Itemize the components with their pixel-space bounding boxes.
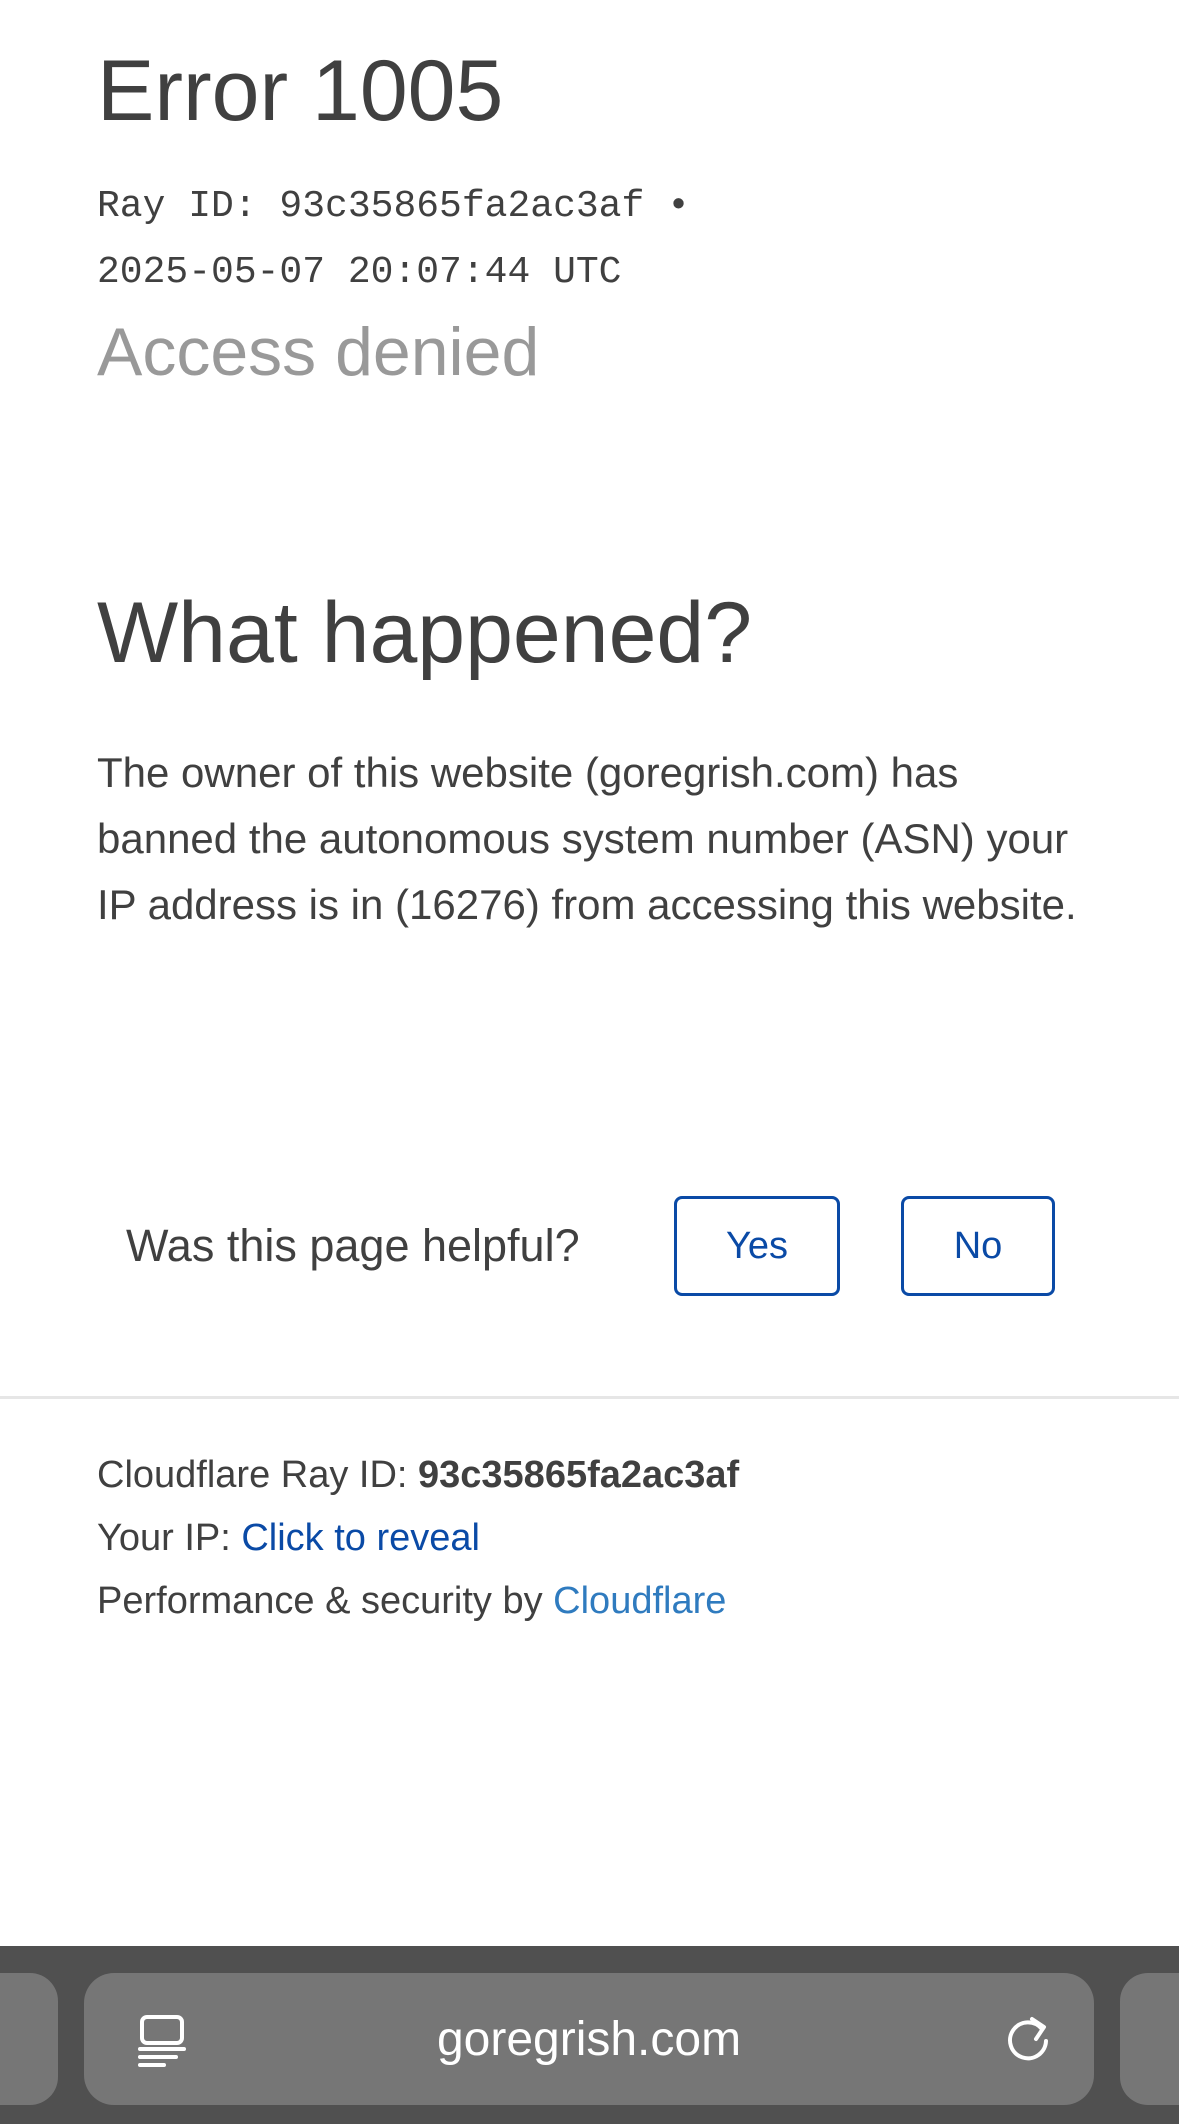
footer-ray-value: 93c35865fa2ac3af (418, 1454, 740, 1496)
feedback-yes-button[interactable]: Yes (674, 1196, 840, 1296)
cloudflare-link[interactable]: Cloudflare (553, 1580, 726, 1622)
footer-ray-id: Cloudflare Ray ID: 93c35865fa2ac3af (97, 1456, 739, 1494)
error-subtitle: Access denied (97, 314, 540, 390)
feedback-no-button[interactable]: No (901, 1196, 1055, 1296)
footer-divider (0, 1396, 1179, 1399)
what-happened-body: The owner of this website (goregrish.com… (97, 749, 1077, 928)
browser-toolbar: goregrish.com (0, 1946, 1179, 2124)
tabs-icon[interactable] (136, 2013, 188, 2067)
address-bar[interactable]: goregrish.com (84, 1973, 1094, 2105)
reveal-ip-link[interactable]: Click to reveal (241, 1517, 480, 1559)
previous-tab-preview[interactable] (0, 1973, 58, 2105)
footer-performance: Performance & security by Cloudflare (97, 1582, 726, 1620)
what-happened-heading: What happened? (97, 585, 753, 681)
feedback-question: Was this page helpful? (126, 1220, 580, 1271)
next-tab-preview[interactable] (1120, 1973, 1179, 2105)
error-title: Error 1005 (97, 43, 504, 139)
timestamp-line: 2025-05-07 20:07:44 UTC (97, 251, 622, 294)
footer-ip: Your IP: Click to reveal (97, 1519, 480, 1557)
feedback-section: Was this page helpful? Yes No (126, 1196, 1086, 1300)
ray-id-line: Ray ID: 93c35865fa2ac3af • (97, 185, 690, 228)
footer-performance-label: Performance & security by (97, 1580, 554, 1622)
footer-ray-label: Cloudflare Ray ID: (97, 1454, 419, 1496)
reload-icon[interactable] (1002, 2013, 1054, 2065)
footer-ip-label: Your IP: (97, 1517, 242, 1559)
url-text: goregrish.com (436, 2012, 742, 2066)
